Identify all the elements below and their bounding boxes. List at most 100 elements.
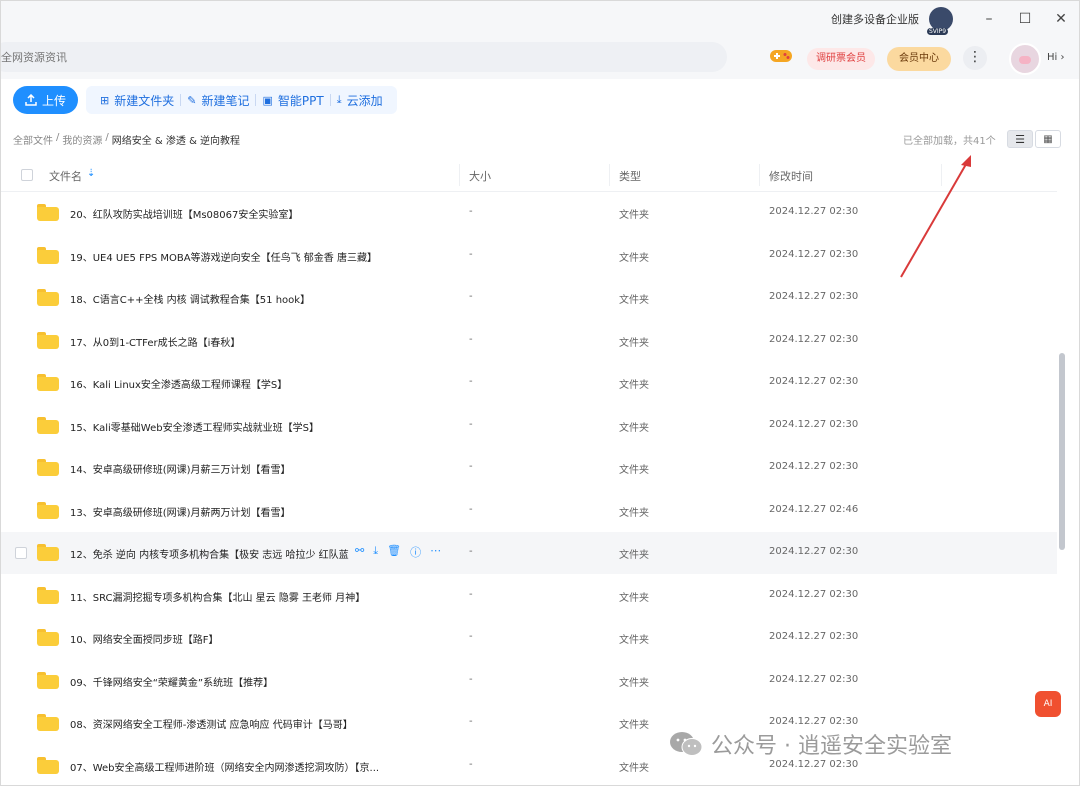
smart-ppt-button[interactable]: ▣ 智能PPT	[256, 92, 329, 109]
header-name[interactable]: 文件名	[49, 168, 82, 184]
file-modified: 2024.12.27 02:30	[769, 376, 859, 387]
scrollbar-thumb[interactable]	[1059, 353, 1065, 550]
research-vip-button[interactable]: 调研票会员	[807, 48, 875, 70]
file-type: 文件夹	[619, 380, 649, 391]
upload-label: 上传	[42, 93, 67, 108]
file-name[interactable]: 11、SRC漏洞挖掘专项多机构合集【北山 星云 隐雾 王老师 月神】	[70, 589, 365, 604]
file-modified: 2024.12.27 02:46	[769, 503, 859, 515]
download-icon[interactable]: ⤓	[373, 544, 378, 560]
smart-ppt-label: 智能PPT	[277, 93, 324, 108]
close-button[interactable]: ✕	[1043, 1, 1079, 37]
file-type: 文件夹	[619, 465, 649, 476]
file-modified: 2024.12.27 02:30	[769, 333, 859, 345]
file-name[interactable]: 18、C语言C++全栈 内核 调试教程合集【51 hook】	[70, 291, 310, 306]
create-enterprise-link[interactable]: 创建多设备企业版	[831, 11, 919, 27]
file-type: 文件夹	[619, 720, 649, 731]
file-name[interactable]: 17、从0到1-CTFer成长之路【i春秋】	[70, 334, 240, 349]
header-type[interactable]: 类型	[619, 168, 641, 184]
folder-icon	[37, 756, 59, 774]
upload-icon	[25, 94, 37, 106]
maximize-button[interactable]: ☐	[1007, 1, 1043, 37]
ai-assistant-button[interactable]: AI	[1035, 691, 1061, 717]
info-icon[interactable]: ⓘ	[410, 544, 421, 560]
grid-view-icon[interactable]: ▦	[1035, 130, 1061, 148]
gamepad-icon[interactable]	[769, 47, 793, 65]
svip-avatar-icon[interactable]	[927, 7, 953, 35]
folder-icon	[37, 289, 59, 306]
folder-icon	[37, 374, 59, 391]
table-row[interactable]: 14、安卓高级研修班(网课)月薪三万计划【看雪】 - 文件夹 2024.12.27 0…	[1, 447, 1057, 489]
table-row[interactable]: 15、Kali零基础Web安全渗透工程师实战就业班【学S】 - 文件夹 2024.12…	[1, 405, 1057, 447]
breadcrumb-root[interactable]: 全部文件	[13, 132, 53, 147]
breadcrumb-current: 网络安全 & 渗透 & 逆向教程	[111, 136, 241, 147]
table-row[interactable]: 13、安卓高级研修班(网课)月薪两万计划【看雪】 - 文件夹 2024.12.27 0…	[1, 490, 1057, 532]
header-size[interactable]: 大小	[469, 168, 491, 184]
file-name[interactable]: 15、Kali零基础Web安全渗透工程师实战就业班【学S】	[70, 419, 319, 434]
table-row[interactable]: 17、从0到1-CTFer成长之路【i春秋】 - 文件夹 2024.12.27 02:…	[1, 320, 1057, 362]
file-name[interactable]: 19、UE4 UE5 FPS MOBA等游戏逆向安全【任鸟飞 郁金香 唐三藏】	[70, 249, 377, 264]
title-bar-controls: 创建多设备企业版 – ☐ ✕	[831, 1, 1079, 37]
ai-label: AI	[1043, 699, 1053, 709]
file-size: -	[469, 333, 473, 345]
file-type: 文件夹	[619, 210, 649, 221]
table-row[interactable]: 19、UE4 UE5 FPS MOBA等游戏逆向安全【任鸟飞 郁金香 唐三藏】 -…	[1, 235, 1057, 277]
file-size: -	[469, 248, 473, 260]
select-all-checkbox[interactable]	[21, 169, 33, 181]
table-row[interactable]: 11、SRC漏洞挖掘专项多机构合集【北山 星云 隐雾 王老师 月神】 - 文件夹 20…	[1, 575, 1057, 617]
file-name[interactable]: 09、千锋网络安全“荣耀黄金”系统班【推荐】	[70, 674, 273, 689]
file-size: -	[469, 376, 473, 387]
download-icon: ⤓	[336, 93, 342, 106]
top-bar: 调研票会员 会员中心 ⋮ Hi ›	[1, 37, 1079, 79]
folder-icon	[37, 671, 59, 689]
table-row[interactable]: 09、千锋网络安全“荣耀黄金”系统班【推荐】 - 文件夹 2024.12.27 02:…	[1, 660, 1057, 702]
file-size: -	[469, 503, 473, 515]
table-row[interactable]: 20、红队攻防实战培训班【Ms08067安全实验室】 - 文件夹 2024.12.27…	[1, 192, 1057, 234]
cloud-add-button[interactable]: ⤓ 云添加	[331, 92, 389, 109]
row-checkbox[interactable]	[15, 547, 27, 559]
upload-button[interactable]: 上传	[13, 86, 79, 114]
ppt-icon: ▣	[262, 93, 273, 107]
file-name[interactable]: 10、网络安全面授同步班【路F】	[70, 631, 218, 646]
table-row[interactable]: 18、C语言C++全栈 内核 调试教程合集【51 hook】 - 文件夹 2024.1…	[1, 277, 1057, 319]
list-view-icon[interactable]: ☰	[1007, 130, 1033, 148]
file-size: -	[469, 631, 473, 642]
folder-icon	[37, 459, 59, 476]
user-avatar[interactable]	[1009, 43, 1041, 75]
column-divider[interactable]	[459, 164, 460, 186]
file-name[interactable]: 20、红队攻防实战培训班【Ms08067安全实验室】	[70, 206, 298, 221]
breadcrumb-separator: /	[56, 132, 60, 143]
header-modified[interactable]: 修改时间	[769, 168, 813, 184]
column-divider[interactable]	[759, 164, 760, 186]
file-name[interactable]: 13、安卓高级研修班(网课)月薪两万计划【看雪】	[70, 504, 291, 519]
file-toolbar: 上传 ⊞ 新建文件夹 ✎ 新建笔记 ▣ 智能PPT ⤓ 云添加	[13, 85, 397, 115]
file-name[interactable]: 14、安卓高级研修班(网课)月薪三万计划【看雪】	[70, 461, 291, 476]
user-greeting[interactable]: Hi ›	[1047, 52, 1064, 63]
table-row[interactable]: 10、网络安全面授同步班【路F】 - 文件夹 2024.12.27 02:30	[1, 617, 1057, 659]
delete-icon[interactable]: 🗑	[387, 544, 401, 560]
file-size: -	[469, 206, 473, 217]
table-row[interactable]: 16、Kali Linux安全渗透高级工程师课程【学S】 - 文件夹 2024.12.…	[1, 362, 1057, 404]
folder-icon	[37, 246, 59, 264]
file-type: 文件夹	[619, 550, 649, 561]
search-input[interactable]	[1, 42, 727, 72]
file-size: -	[469, 291, 473, 302]
file-name[interactable]: 08、资深网络安全工程师-渗透测试 应急响应 代码审计【马哥】	[70, 716, 353, 731]
column-divider[interactable]	[941, 164, 942, 186]
new-note-button[interactable]: ✎ 新建笔记	[181, 92, 255, 109]
file-name[interactable]: 12、免杀 逆向 内核专项多机构合集【极安 志远 哈拉少 红队蓝	[70, 546, 349, 561]
breadcrumb-level1[interactable]: 我的资源	[62, 132, 102, 147]
file-name[interactable]: 07、Web安全高级工程师进阶班（网络安全内网渗透挖洞攻防）【京...	[70, 759, 379, 774]
file-modified: 2024.12.27 02:30	[769, 206, 859, 217]
more-options-button[interactable]: ⋮	[963, 46, 987, 70]
minimize-button[interactable]: –	[971, 1, 1007, 37]
sort-arrow-icon[interactable]: ⇣	[87, 168, 95, 179]
share-icon[interactable]: ⚯	[355, 544, 364, 560]
new-folder-button[interactable]: ⊞ 新建文件夹	[94, 92, 180, 109]
file-name[interactable]: 16、Kali Linux安全渗透高级工程师课程【学S】	[70, 376, 287, 391]
member-center-button[interactable]: 会员中心	[887, 47, 951, 71]
table-row[interactable]: 12、免杀 逆向 内核专项多机构合集【极安 志远 哈拉少 红队蓝 ⚯ ⤓ 🗑 ⓘ ⋯ - 文件…	[1, 532, 1057, 574]
file-modified: 2024.12.27 02:30	[769, 758, 859, 770]
more-icon[interactable]: ⋯	[430, 544, 441, 560]
breadcrumb: 全部文件 / 我的资源 / 网络安全 & 渗透 & 逆向教程	[13, 132, 240, 147]
column-divider[interactable]	[609, 164, 610, 186]
